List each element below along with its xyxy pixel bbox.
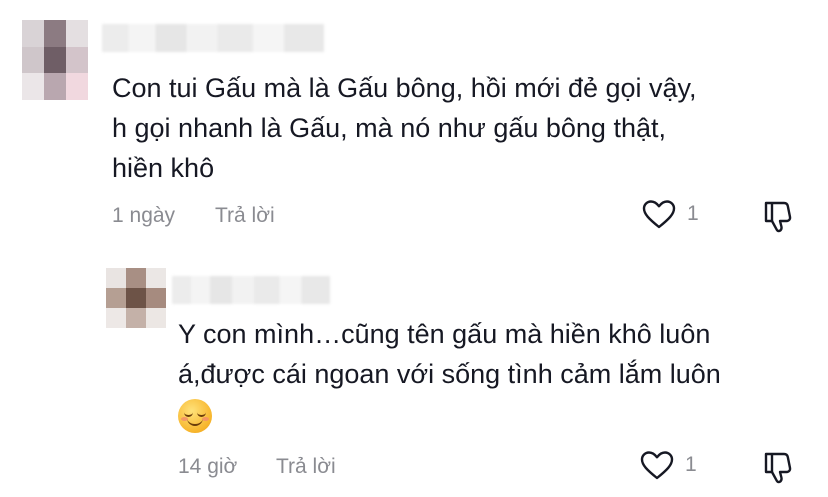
avatar[interactable] [22,20,88,100]
dislike-button[interactable] [760,450,796,484]
heart-outline-icon [642,200,676,229]
smiling-face-emoji-icon [178,398,212,433]
username-blurred[interactable] [172,276,330,304]
like-count: 1 [687,202,699,225]
dislike-button[interactable] [760,199,796,233]
reply-button[interactable]: Trả lời [276,455,336,479]
like-button[interactable]: 1 [641,198,699,230]
comment-timestamp: 1 ngày [112,204,176,227]
comment-text: Y con mình…cũng tên gấu mà hiền khô luôn… [178,314,721,434]
thumbs-down-outline-icon [764,201,792,233]
reply-button[interactable]: Trả lời [215,204,275,228]
username-blurred[interactable] [102,24,324,52]
comment-text: Con tui Gấu mà là Gấu bông, hồi mới đẻ g… [112,73,697,183]
heart-outline-icon [640,451,674,480]
thumbs-down-outline-icon [764,452,792,484]
like-count: 1 [685,453,697,476]
avatar[interactable] [106,268,166,328]
like-button[interactable]: 1 [639,449,697,481]
comment-timestamp: 14 giờ [178,455,238,478]
